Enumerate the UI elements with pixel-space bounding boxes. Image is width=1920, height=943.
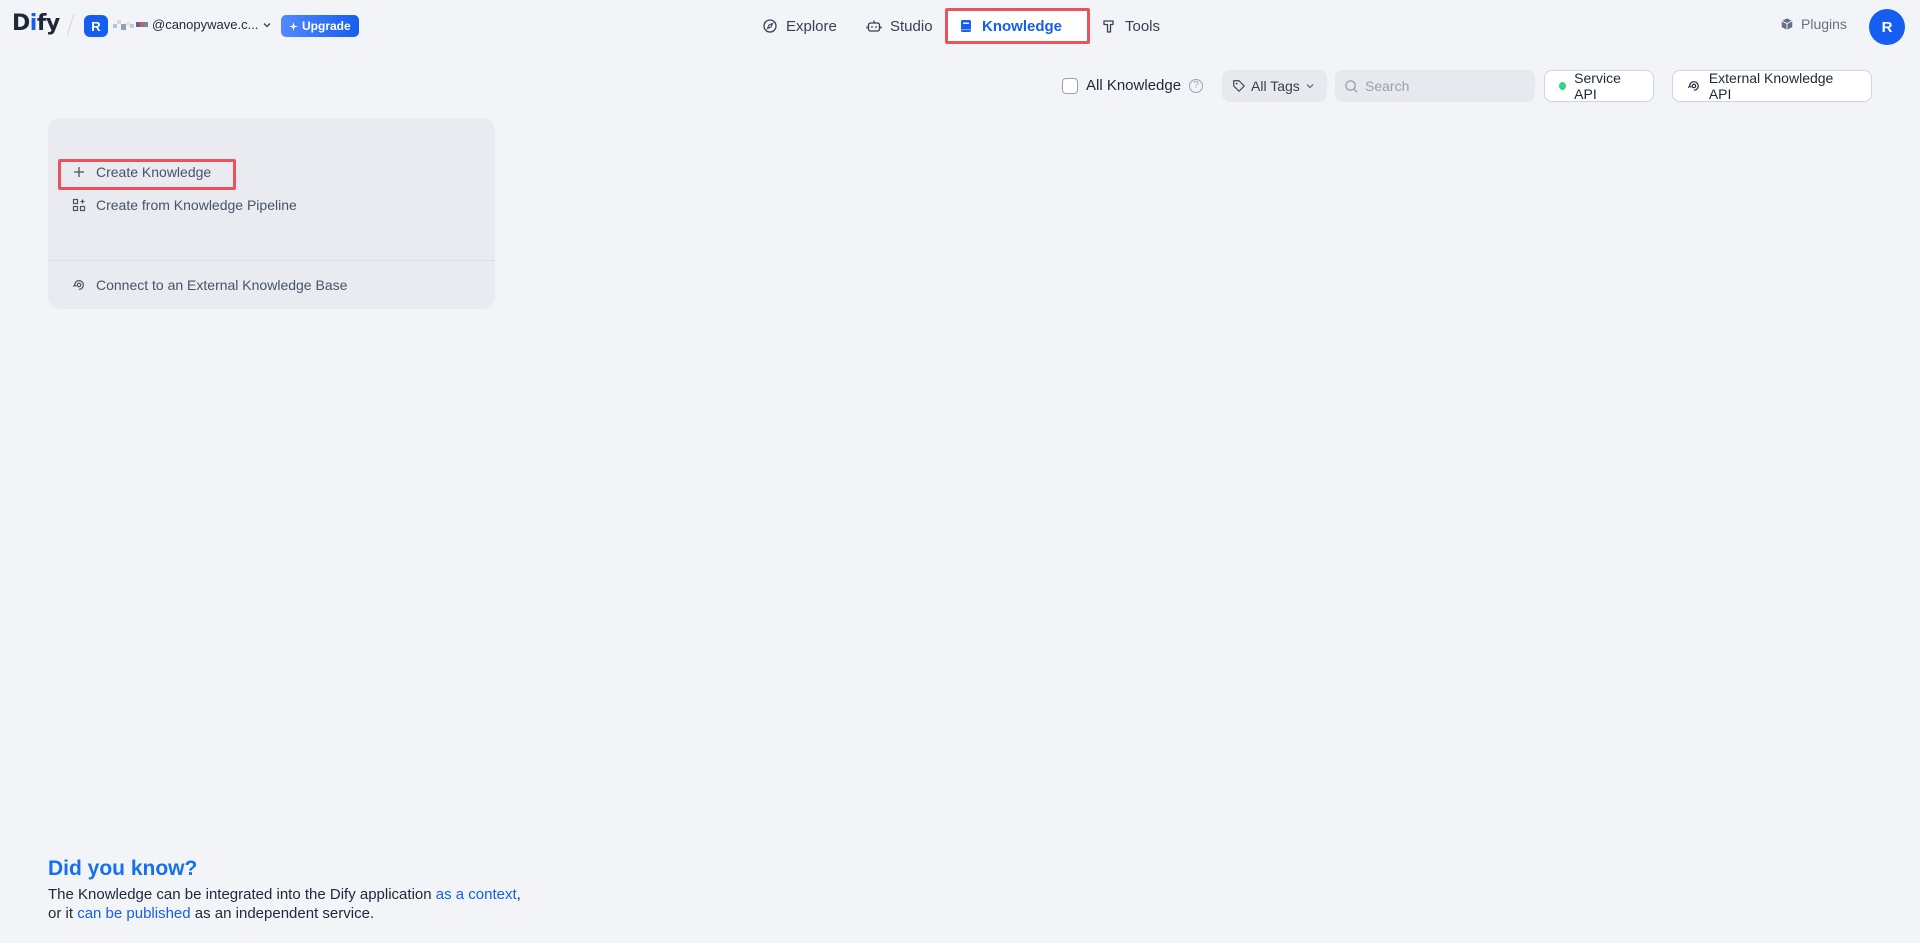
nav-studio[interactable]: Studio xyxy=(856,10,943,42)
plugins-button[interactable]: Plugins xyxy=(1780,16,1847,32)
all-tags-label: All Tags xyxy=(1251,78,1300,94)
card-divider xyxy=(48,260,495,261)
as-a-context-link[interactable]: as a context xyxy=(436,886,517,903)
workspace-name-redacted xyxy=(113,20,149,32)
tip-text: , xyxy=(516,886,521,903)
external-knowledge-api-button[interactable]: External Knowledge API xyxy=(1672,70,1872,102)
workspace-name: @canopywave.c... xyxy=(152,17,259,32)
nav-explore-label: Explore xyxy=(786,17,837,35)
all-knowledge-label: All Knowledge xyxy=(1086,77,1182,94)
did-you-know-text: The Knowledge can be integrated into the… xyxy=(48,885,568,923)
chevron-down-icon xyxy=(1306,84,1314,89)
plus-icon xyxy=(74,167,84,177)
nav-tools[interactable]: Tools xyxy=(1091,10,1170,42)
book-icon xyxy=(961,20,971,32)
top-header: Dify R @canopywave.c... Upgrade Explore … xyxy=(0,0,1920,52)
upgrade-button[interactable]: Upgrade xyxy=(281,15,359,37)
external-knowledge-icon xyxy=(72,280,84,290)
robot-icon xyxy=(866,20,882,32)
service-api-label: Service API xyxy=(1574,70,1621,102)
tip-line-2: or it can be published as an independent… xyxy=(48,904,568,923)
tip-text: The Knowledge can be integrated into the… xyxy=(48,886,436,903)
nav-knowledge[interactable]: Knowledge xyxy=(945,8,1090,44)
compass-icon xyxy=(763,19,777,33)
tip-line-1: The Knowledge can be integrated into the… xyxy=(48,885,568,904)
search-box[interactable] xyxy=(1335,70,1535,102)
external-api-label: External Knowledge API xyxy=(1708,70,1834,102)
create-knowledge-card: Create Knowledge Create from Knowledge P… xyxy=(48,118,495,309)
did-you-know-title: Did you know? xyxy=(48,857,198,880)
pipeline-icon xyxy=(72,198,86,212)
nav-studio-label: Studio xyxy=(890,17,933,35)
hammer-icon xyxy=(1103,20,1114,33)
cube-icon xyxy=(1781,18,1793,30)
all-tags-dropdown[interactable]: All Tags xyxy=(1222,70,1327,102)
tag-icon xyxy=(1233,80,1245,92)
can-be-published-link[interactable]: can be published xyxy=(77,905,190,922)
nav-explore[interactable]: Explore xyxy=(752,10,847,42)
chevron-down-icon xyxy=(263,22,271,27)
workspace-switcher[interactable]: @canopywave.c... xyxy=(152,17,272,32)
status-dot-icon xyxy=(1559,82,1567,90)
service-api-button[interactable]: Service API xyxy=(1544,70,1654,102)
search-input[interactable] xyxy=(1365,78,1525,94)
tip-text: as an independent service. xyxy=(190,905,375,922)
dify-logo[interactable]: Dify xyxy=(12,11,60,36)
connect-external-label: Connect to an External Knowledge Base xyxy=(96,277,348,293)
user-avatar[interactable]: R xyxy=(1869,9,1905,45)
header-separator xyxy=(66,14,75,36)
all-knowledge-checkbox[interactable] xyxy=(1062,77,1078,94)
upgrade-label: Upgrade xyxy=(302,19,351,33)
nav-tools-label: Tools xyxy=(1125,17,1161,35)
create-knowledge-option[interactable]: Create Knowledge xyxy=(72,164,211,180)
create-knowledge-label: Create Knowledge xyxy=(96,164,212,180)
knowledge-toolbar: All Knowledge ? All Tags Service API Ext… xyxy=(0,70,1920,102)
search-icon xyxy=(1345,79,1358,93)
external-api-icon xyxy=(1687,81,1699,91)
plugins-label: Plugins xyxy=(1801,16,1847,32)
create-from-pipeline-option[interactable]: Create from Knowledge Pipeline xyxy=(72,197,297,213)
workspace-avatar[interactable]: R xyxy=(84,15,108,37)
tip-text: or it xyxy=(48,905,78,922)
nav-knowledge-label: Knowledge xyxy=(982,17,1063,35)
all-knowledge-filter[interactable]: All Knowledge ? xyxy=(1062,77,1204,94)
help-icon[interactable]: ? xyxy=(1189,78,1204,93)
create-from-pipeline-label: Create from Knowledge Pipeline xyxy=(96,197,297,213)
connect-external-option[interactable]: Connect to an External Knowledge Base xyxy=(72,277,347,293)
sparkle-icon xyxy=(289,21,298,31)
